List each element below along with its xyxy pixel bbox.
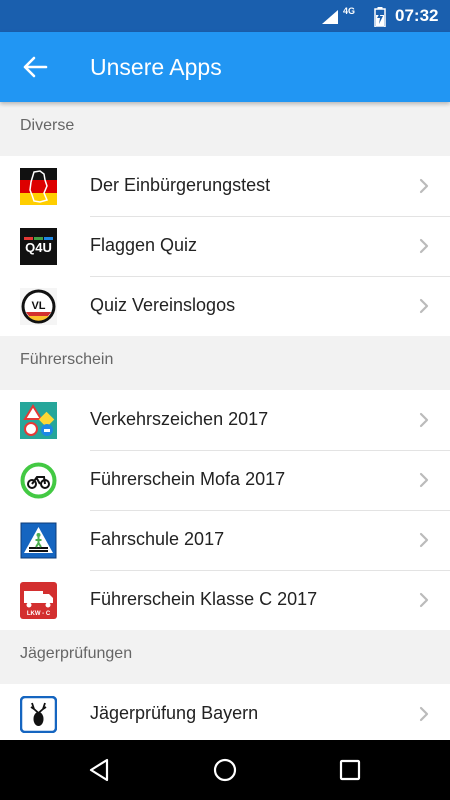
list-item-label: Quiz Vereinslogos [90,295,236,315]
section-header-jaegerpruefungen: Jägerprüfungen [0,630,450,684]
q4u-logo-icon: Q4U [20,228,57,265]
chevron-right-icon [419,472,429,488]
arrow-left-icon[interactable] [22,55,48,79]
vl-logo-icon: VL [20,288,57,325]
list-item-label: Flaggen Quiz [90,235,198,255]
list-item-quiz-vereinslogos[interactable]: VL Quiz Vereinslogos [0,276,450,336]
list-item-label: Jägerprüfung Bayern [90,703,259,723]
chevron-right-icon [419,592,429,608]
back-triangle-icon[interactable] [88,758,110,782]
network-type: 4G [343,6,356,16]
vl-logo-text: VL [31,300,45,312]
list-item-einbuergerungstest[interactable]: Der Einbürgerungstest [0,156,450,216]
section-list-diverse: Der Einbürgerungstest Q4U Flaggen Quiz V… [0,156,450,336]
battery-icon [374,7,386,27]
chevron-right-icon [419,532,429,548]
chevron-right-icon [419,238,429,254]
recents-square-icon[interactable] [339,759,361,781]
list-item-label: Fahrschule 2017 [90,529,225,549]
list-item-label: Führerschein Mofa 2017 [90,469,286,489]
home-circle-icon[interactable] [213,758,237,782]
page-title: Unsere Apps [90,54,222,80]
list-item-label: Der Einbürgerungstest [90,175,271,195]
list-item-mofa[interactable]: Führerschein Mofa 2017 [0,450,450,510]
list-item-klasse-c[interactable]: LKW - C Führerschein Klasse C 2017 [0,570,450,630]
section-header-diverse: Diverse [0,102,450,156]
list-item-label: Führerschein Klasse C 2017 [90,589,318,609]
chevron-right-icon [419,178,429,194]
truck-sign-icon: LKW - C [20,582,57,619]
list-item-flaggen-quiz[interactable]: Q4U Flaggen Quiz [0,216,450,276]
chevron-right-icon [419,298,429,314]
app-list[interactable]: Diverse Der Einbürgerungstest Q4U Flagge… [0,102,450,740]
status-bar: 4G 07:32 [0,0,450,32]
truck-sign-text: LKW - C [27,611,51,617]
app-bar: Unsere Apps [0,32,450,102]
signal-icon [322,10,338,24]
section-list-fuehrerschein: Verkehrszeichen 2017 Führerschein Mofa 2… [0,390,450,630]
traffic-signs-icon [20,402,57,439]
q4u-logo-text: Q4U [25,240,52,255]
mofa-sign-icon [20,462,57,499]
deer-crest-icon [20,696,57,733]
section-list-jaegerpruefungen: Jägerprüfung Bayern [0,684,450,740]
system-nav-bar [0,740,450,800]
clock: 07:32 [395,6,439,25]
section-header-fuehrerschein: Führerschein [0,336,450,390]
germany-map-icon [20,168,57,205]
chevron-right-icon [419,706,429,722]
list-item-jaegerpruefung-bayern[interactable]: Jägerprüfung Bayern [0,684,450,740]
crosswalk-sign-icon [20,522,57,559]
list-item-label: Verkehrszeichen 2017 [90,409,269,429]
list-item-fahrschule[interactable]: Fahrschule 2017 [0,510,450,570]
list-item-verkehrszeichen[interactable]: Verkehrszeichen 2017 [0,390,450,450]
chevron-right-icon [419,412,429,428]
